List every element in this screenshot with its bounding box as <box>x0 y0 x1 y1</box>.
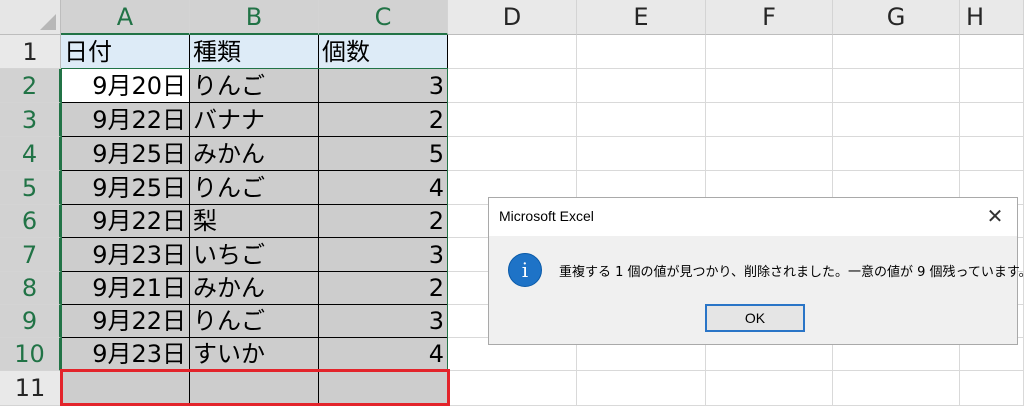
cell-g1[interactable] <box>833 35 960 69</box>
cell-c10[interactable]: 4 <box>319 338 448 371</box>
row-header-11[interactable]: 11 <box>0 371 61 406</box>
cell-a6[interactable]: 9月22日 <box>61 205 190 238</box>
dialog-message: 重複する 1 個の値が見つかり、削除されました。一意の値が 9 個残っています。 <box>559 265 1024 280</box>
cell-e11[interactable] <box>577 371 706 406</box>
cell-g4[interactable] <box>833 137 960 171</box>
row-header-2[interactable]: 2 <box>0 69 61 103</box>
column-header-c[interactable]: C <box>319 0 448 35</box>
ok-button[interactable]: OK <box>705 304 805 332</box>
cell-c8[interactable]: 2 <box>319 272 448 305</box>
cell-e1[interactable] <box>577 35 706 69</box>
cell-b5[interactable]: りんご <box>190 171 319 205</box>
cell-a7[interactable]: 9月23日 <box>61 238 190 272</box>
info-icon: i <box>508 253 542 287</box>
row-header-7[interactable]: 7 <box>0 238 61 272</box>
cell-a2[interactable]: 9月20日 <box>61 69 190 103</box>
dialog-title-bar: Microsoft Excel ✕ <box>489 198 1017 236</box>
cell-f2[interactable] <box>706 69 833 103</box>
cell-f1[interactable] <box>706 35 833 69</box>
cell-h4[interactable] <box>960 137 1024 171</box>
cell-c6[interactable]: 2 <box>319 205 448 238</box>
cell-b9[interactable]: りんご <box>190 305 319 338</box>
cell-c9[interactable]: 3 <box>319 305 448 338</box>
cell-a9[interactable]: 9月22日 <box>61 305 190 338</box>
cell-b11[interactable] <box>190 371 319 406</box>
cell-c11[interactable] <box>319 371 448 406</box>
column-header-f[interactable]: F <box>706 0 833 35</box>
cell-f3[interactable] <box>706 103 833 137</box>
cell-b8[interactable]: みかん <box>190 272 319 305</box>
cell-c1[interactable]: 個数 <box>319 35 448 69</box>
cell-c7[interactable]: 3 <box>319 238 448 272</box>
cell-b3[interactable]: バナナ <box>190 103 319 137</box>
row-header-3[interactable]: 3 <box>0 103 61 137</box>
cell-b4[interactable]: みかん <box>190 137 319 171</box>
cell-c3[interactable]: 2 <box>319 103 448 137</box>
column-header-b[interactable]: B <box>190 0 319 35</box>
cell-c4[interactable]: 5 <box>319 137 448 171</box>
cell-b6[interactable]: 梨 <box>190 205 319 238</box>
cell-d11[interactable] <box>448 371 577 406</box>
row-header-6[interactable]: 6 <box>0 205 61 238</box>
column-header-g[interactable]: G <box>833 0 960 35</box>
row-header-10[interactable]: 10 <box>0 338 61 371</box>
cell-f4[interactable] <box>706 137 833 171</box>
row-header-4[interactable]: 4 <box>0 137 61 171</box>
cell-a11[interactable] <box>61 371 190 406</box>
row-header-5[interactable]: 5 <box>0 171 61 205</box>
column-header-e[interactable]: E <box>577 0 706 35</box>
row-header-1[interactable]: 1 <box>0 35 61 69</box>
cell-b2[interactable]: りんご <box>190 69 319 103</box>
cell-b7[interactable]: いちご <box>190 238 319 272</box>
cell-g2[interactable] <box>833 69 960 103</box>
cell-d4[interactable] <box>448 137 577 171</box>
cell-f11[interactable] <box>706 371 833 406</box>
cell-h11[interactable] <box>960 371 1024 406</box>
cell-b10[interactable]: すいか <box>190 338 319 371</box>
cell-e4[interactable] <box>577 137 706 171</box>
cell-a3[interactable]: 9月22日 <box>61 103 190 137</box>
dialog-title: Microsoft Excel <box>499 208 594 224</box>
cell-a4[interactable]: 9月25日 <box>61 137 190 171</box>
cell-h3[interactable] <box>960 103 1024 137</box>
cell-d2[interactable] <box>448 69 577 103</box>
cell-c2[interactable]: 3 <box>319 69 448 103</box>
cell-a1[interactable]: 日付 <box>61 35 190 69</box>
cell-b1[interactable]: 種類 <box>190 35 319 69</box>
cell-d3[interactable] <box>448 103 577 137</box>
cell-h1[interactable] <box>960 35 1024 69</box>
row-header-9[interactable]: 9 <box>0 305 61 338</box>
message-dialog: Microsoft Excel ✕ i 重複する 1 個の値が見つかり、削除され… <box>488 197 1024 345</box>
cell-g3[interactable] <box>833 103 960 137</box>
cell-a8[interactable]: 9月21日 <box>61 272 190 305</box>
column-header-h[interactable]: H <box>960 0 1024 35</box>
cell-h2[interactable] <box>960 69 1024 103</box>
cell-c5[interactable]: 4 <box>319 171 448 205</box>
cell-g11[interactable] <box>833 371 960 406</box>
cell-a5[interactable]: 9月25日 <box>61 171 190 205</box>
column-header-a[interactable]: A <box>61 0 190 35</box>
cell-e2[interactable] <box>577 69 706 103</box>
select-all-button[interactable] <box>0 0 61 35</box>
close-icon[interactable]: ✕ <box>981 203 1009 231</box>
cell-a10[interactable]: 9月23日 <box>61 338 190 371</box>
cell-d1[interactable] <box>448 35 577 69</box>
row-header-8[interactable]: 8 <box>0 272 61 305</box>
column-header-d[interactable]: D <box>448 0 577 35</box>
cell-e3[interactable] <box>577 103 706 137</box>
